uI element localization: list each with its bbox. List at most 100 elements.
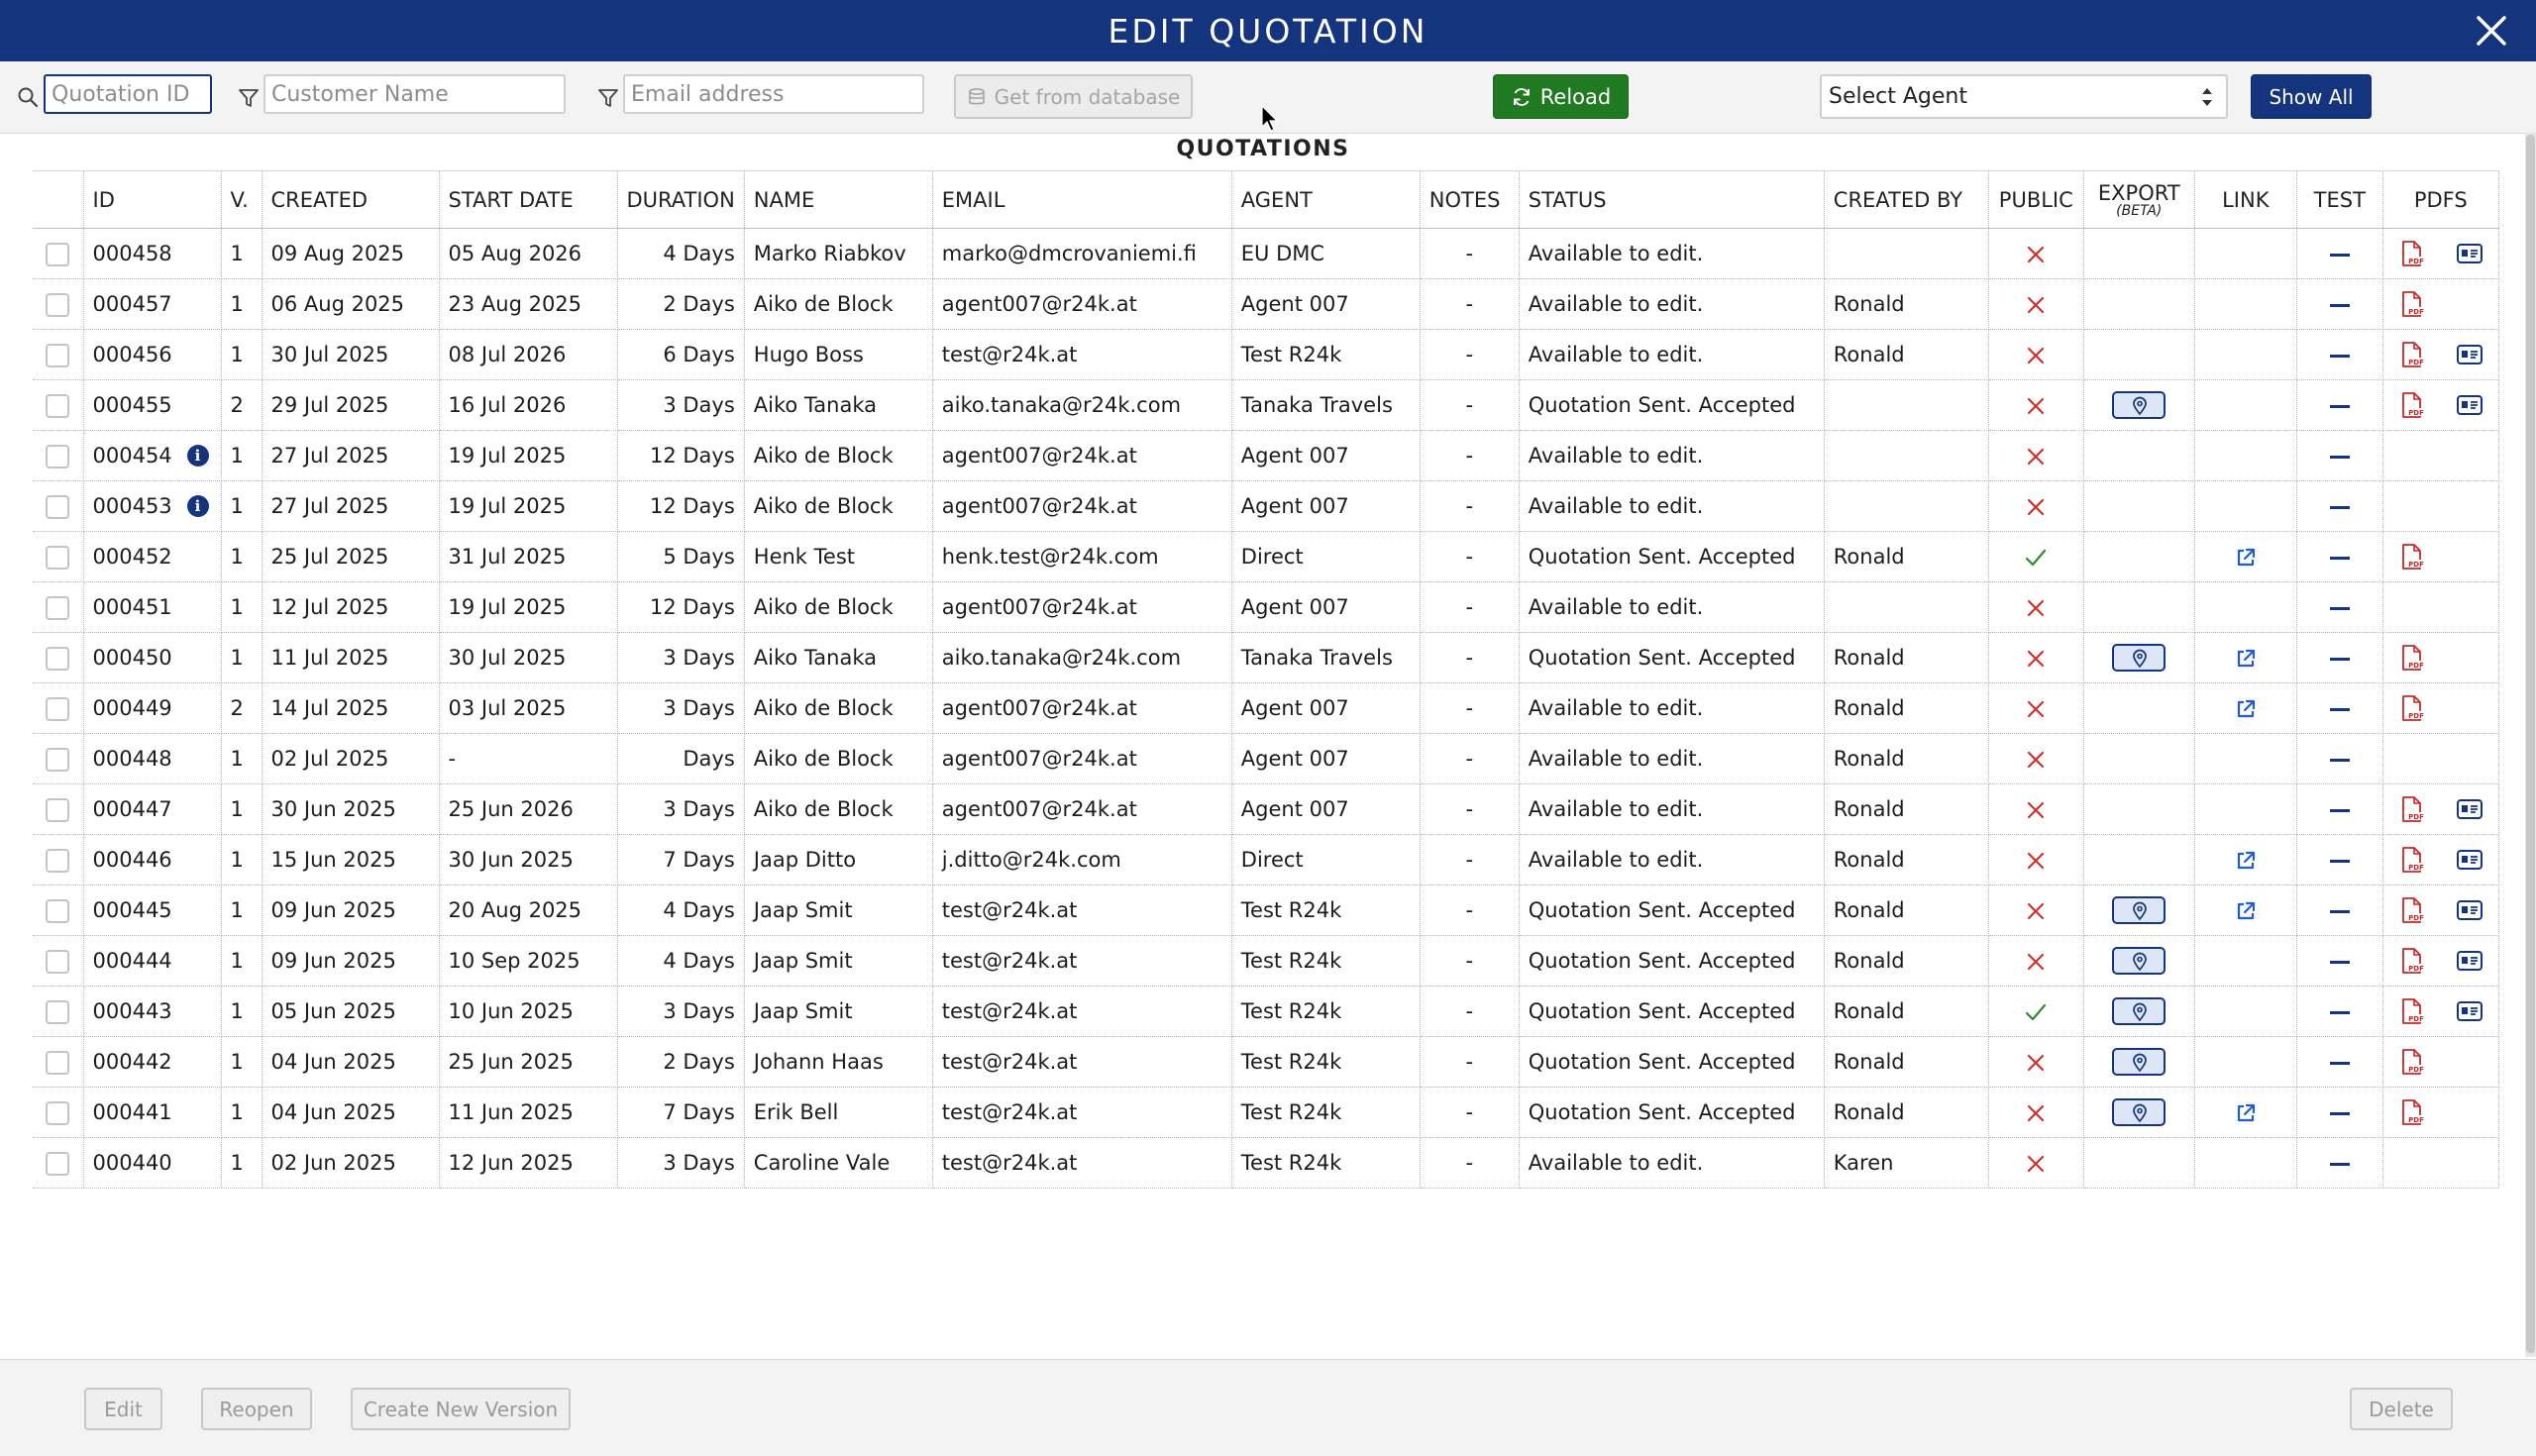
row-checkbox[interactable] bbox=[46, 393, 70, 418]
id-card-icon[interactable] bbox=[2456, 849, 2483, 871]
export-map-button[interactable] bbox=[2112, 644, 2166, 672]
create-new-version-button[interactable]: Create New Version bbox=[351, 1388, 571, 1430]
row-checkbox[interactable] bbox=[46, 292, 70, 317]
edit-button[interactable]: Edit bbox=[84, 1388, 162, 1430]
customer-name-input[interactable] bbox=[264, 74, 566, 114]
header-email[interactable]: EMAIL bbox=[932, 170, 1232, 229]
export-map-button[interactable] bbox=[2112, 947, 2166, 975]
row-checkbox[interactable] bbox=[46, 898, 70, 923]
table-row[interactable]: 000455 2 29 Jul 2025 16 Jul 2026 3 Days Aiko … bbox=[33, 379, 2499, 431]
header-id[interactable]: ID bbox=[83, 170, 222, 229]
id-card-icon[interactable] bbox=[2456, 394, 2483, 416]
table-row[interactable]: 000443 1 05 Jun 2025 10 Jun 2025 3 Days Jaap … bbox=[33, 986, 2499, 1037]
pdf-icon[interactable]: PDF bbox=[2400, 997, 2424, 1025]
quotation-id-input[interactable] bbox=[44, 74, 212, 114]
header-link[interactable]: LINK bbox=[2194, 170, 2297, 229]
pdf-icon[interactable]: PDF bbox=[2400, 391, 2424, 419]
row-checkbox[interactable] bbox=[46, 444, 70, 468]
header-name[interactable]: NAME bbox=[744, 170, 933, 229]
table-row[interactable]: 000452 1 25 Jul 2025 31 Jul 2025 5 Days Henk … bbox=[33, 531, 2499, 582]
external-link-icon[interactable] bbox=[2234, 647, 2258, 671]
header-export[interactable]: EXPORT (BETA) bbox=[2083, 170, 2195, 229]
row-checkbox[interactable] bbox=[46, 343, 70, 367]
header-status[interactable]: STATUS bbox=[1519, 170, 1825, 229]
scrollbar-thumb[interactable] bbox=[2526, 135, 2535, 1353]
get-from-database-button[interactable]: Get from database bbox=[954, 74, 1193, 119]
id-card-icon[interactable] bbox=[2456, 243, 2483, 264]
table-row[interactable]: 000446 1 15 Jun 2025 30 Jun 2025 7 Days Jaap … bbox=[33, 834, 2499, 885]
id-card-icon[interactable] bbox=[2456, 798, 2483, 820]
export-map-button[interactable] bbox=[2112, 391, 2166, 419]
row-checkbox[interactable] bbox=[46, 1151, 70, 1176]
table-row[interactable]: 000447 1 30 Jun 2025 25 Jun 2026 3 Days Aiko … bbox=[33, 783, 2499, 835]
external-link-icon[interactable] bbox=[2234, 849, 2258, 873]
external-link-icon[interactable] bbox=[2234, 1101, 2258, 1125]
table-row[interactable]: 000444 1 09 Jun 2025 10 Sep 2025 4 Days Jaap … bbox=[33, 935, 2499, 987]
header-notes[interactable]: NOTES bbox=[1420, 170, 1520, 229]
pdf-icon[interactable]: PDF bbox=[2400, 694, 2424, 722]
id-card-icon[interactable] bbox=[2456, 950, 2483, 972]
row-checkbox[interactable] bbox=[46, 696, 70, 721]
info-icon[interactable]: i bbox=[186, 495, 209, 517]
row-checkbox[interactable] bbox=[46, 646, 70, 671]
table-row[interactable]: 000442 1 04 Jun 2025 25 Jun 2025 2 Days Johan… bbox=[33, 1036, 2499, 1088]
pdf-icon[interactable]: PDF bbox=[2400, 795, 2424, 823]
select-agent-dropdown[interactable]: Select Agent bbox=[1820, 74, 2228, 119]
external-link-icon[interactable] bbox=[2234, 546, 2258, 570]
table-row[interactable]: 000441 1 04 Jun 2025 11 Jun 2025 7 Days Erik … bbox=[33, 1087, 2499, 1138]
id-card-icon[interactable] bbox=[2456, 344, 2483, 365]
header-public[interactable]: PUBLIC bbox=[1988, 170, 2084, 229]
table-row[interactable]: 000454 i 1 27 Jul 2025 19 Jul 2025 12 Days Aik… bbox=[33, 430, 2499, 481]
pdf-icon[interactable]: PDF bbox=[2400, 1048, 2424, 1076]
table-row[interactable]: 000450 1 11 Jul 2025 30 Jul 2025 3 Days Aiko … bbox=[33, 632, 2499, 683]
header-test[interactable]: TEST bbox=[2296, 170, 2383, 229]
id-card-icon[interactable] bbox=[2456, 899, 2483, 921]
pdf-icon[interactable]: PDF bbox=[2400, 947, 2424, 975]
header-start-date[interactable]: START DATE bbox=[439, 170, 618, 229]
reload-button[interactable]: Reload bbox=[1493, 74, 1629, 119]
row-checkbox[interactable] bbox=[46, 797, 70, 822]
table-row[interactable]: 000457 1 06 Aug 2025 23 Aug 2025 2 Days Aiko … bbox=[33, 278, 2499, 330]
info-icon[interactable]: i bbox=[186, 445, 209, 467]
pdf-icon[interactable]: PDF bbox=[2400, 644, 2424, 672]
external-link-icon[interactable] bbox=[2234, 899, 2258, 923]
reopen-button[interactable]: Reopen bbox=[201, 1388, 312, 1430]
row-checkbox[interactable] bbox=[46, 242, 70, 266]
row-checkbox[interactable] bbox=[46, 545, 70, 570]
table-row[interactable]: 000453 i 1 27 Jul 2025 19 Jul 2025 12 Days Aik… bbox=[33, 480, 2499, 532]
pdf-icon[interactable]: PDF bbox=[2400, 896, 2424, 924]
email-input[interactable] bbox=[623, 74, 924, 114]
table-row[interactable]: 000440 1 02 Jun 2025 12 Jun 2025 3 Days Carol… bbox=[33, 1137, 2499, 1189]
header-agent[interactable]: AGENT bbox=[1231, 170, 1421, 229]
pdf-icon[interactable]: PDF bbox=[2400, 240, 2424, 267]
delete-button[interactable]: Delete bbox=[2350, 1388, 2453, 1430]
row-checkbox[interactable] bbox=[46, 999, 70, 1024]
show-all-button[interactable]: Show All bbox=[2251, 74, 2372, 119]
table-row[interactable]: 000445 1 09 Jun 2025 20 Aug 2025 4 Days Jaap … bbox=[33, 884, 2499, 936]
pdf-icon[interactable]: PDF bbox=[2400, 846, 2424, 874]
row-checkbox[interactable] bbox=[46, 1050, 70, 1075]
row-checkbox[interactable] bbox=[46, 1100, 70, 1125]
row-checkbox[interactable] bbox=[46, 595, 70, 620]
export-map-button[interactable] bbox=[2112, 896, 2166, 924]
header-created-by[interactable]: CREATED BY bbox=[1824, 170, 1989, 229]
row-checkbox[interactable] bbox=[46, 949, 70, 974]
table-row[interactable]: 000449 2 14 Jul 2025 03 Jul 2025 3 Days Aiko … bbox=[33, 682, 2499, 734]
pdf-icon[interactable]: PDF bbox=[2400, 543, 2424, 571]
export-map-button[interactable] bbox=[2112, 997, 2166, 1025]
export-map-button[interactable] bbox=[2112, 1048, 2166, 1076]
table-row[interactable]: 000458 1 09 Aug 2025 05 Aug 2026 4 Days Marko… bbox=[33, 228, 2499, 279]
table-row[interactable]: 000451 1 12 Jul 2025 19 Jul 2025 12 Days Aiko… bbox=[33, 581, 2499, 633]
header-version[interactable]: V. bbox=[221, 170, 263, 229]
id-card-icon[interactable] bbox=[2456, 1000, 2483, 1022]
pdf-icon[interactable]: PDF bbox=[2400, 341, 2424, 368]
row-checkbox[interactable] bbox=[46, 747, 70, 772]
export-map-button[interactable] bbox=[2112, 1098, 2166, 1126]
header-created[interactable]: CREATED bbox=[262, 170, 440, 229]
table-row[interactable]: 000456 1 30 Jul 2025 08 Jul 2026 6 Days Hugo … bbox=[33, 329, 2499, 380]
pdf-icon[interactable]: PDF bbox=[2400, 1098, 2424, 1126]
close-icon[interactable] bbox=[2471, 10, 2512, 52]
row-checkbox[interactable] bbox=[46, 848, 70, 873]
header-duration[interactable]: DURATION bbox=[617, 170, 745, 229]
external-link-icon[interactable] bbox=[2234, 697, 2258, 721]
